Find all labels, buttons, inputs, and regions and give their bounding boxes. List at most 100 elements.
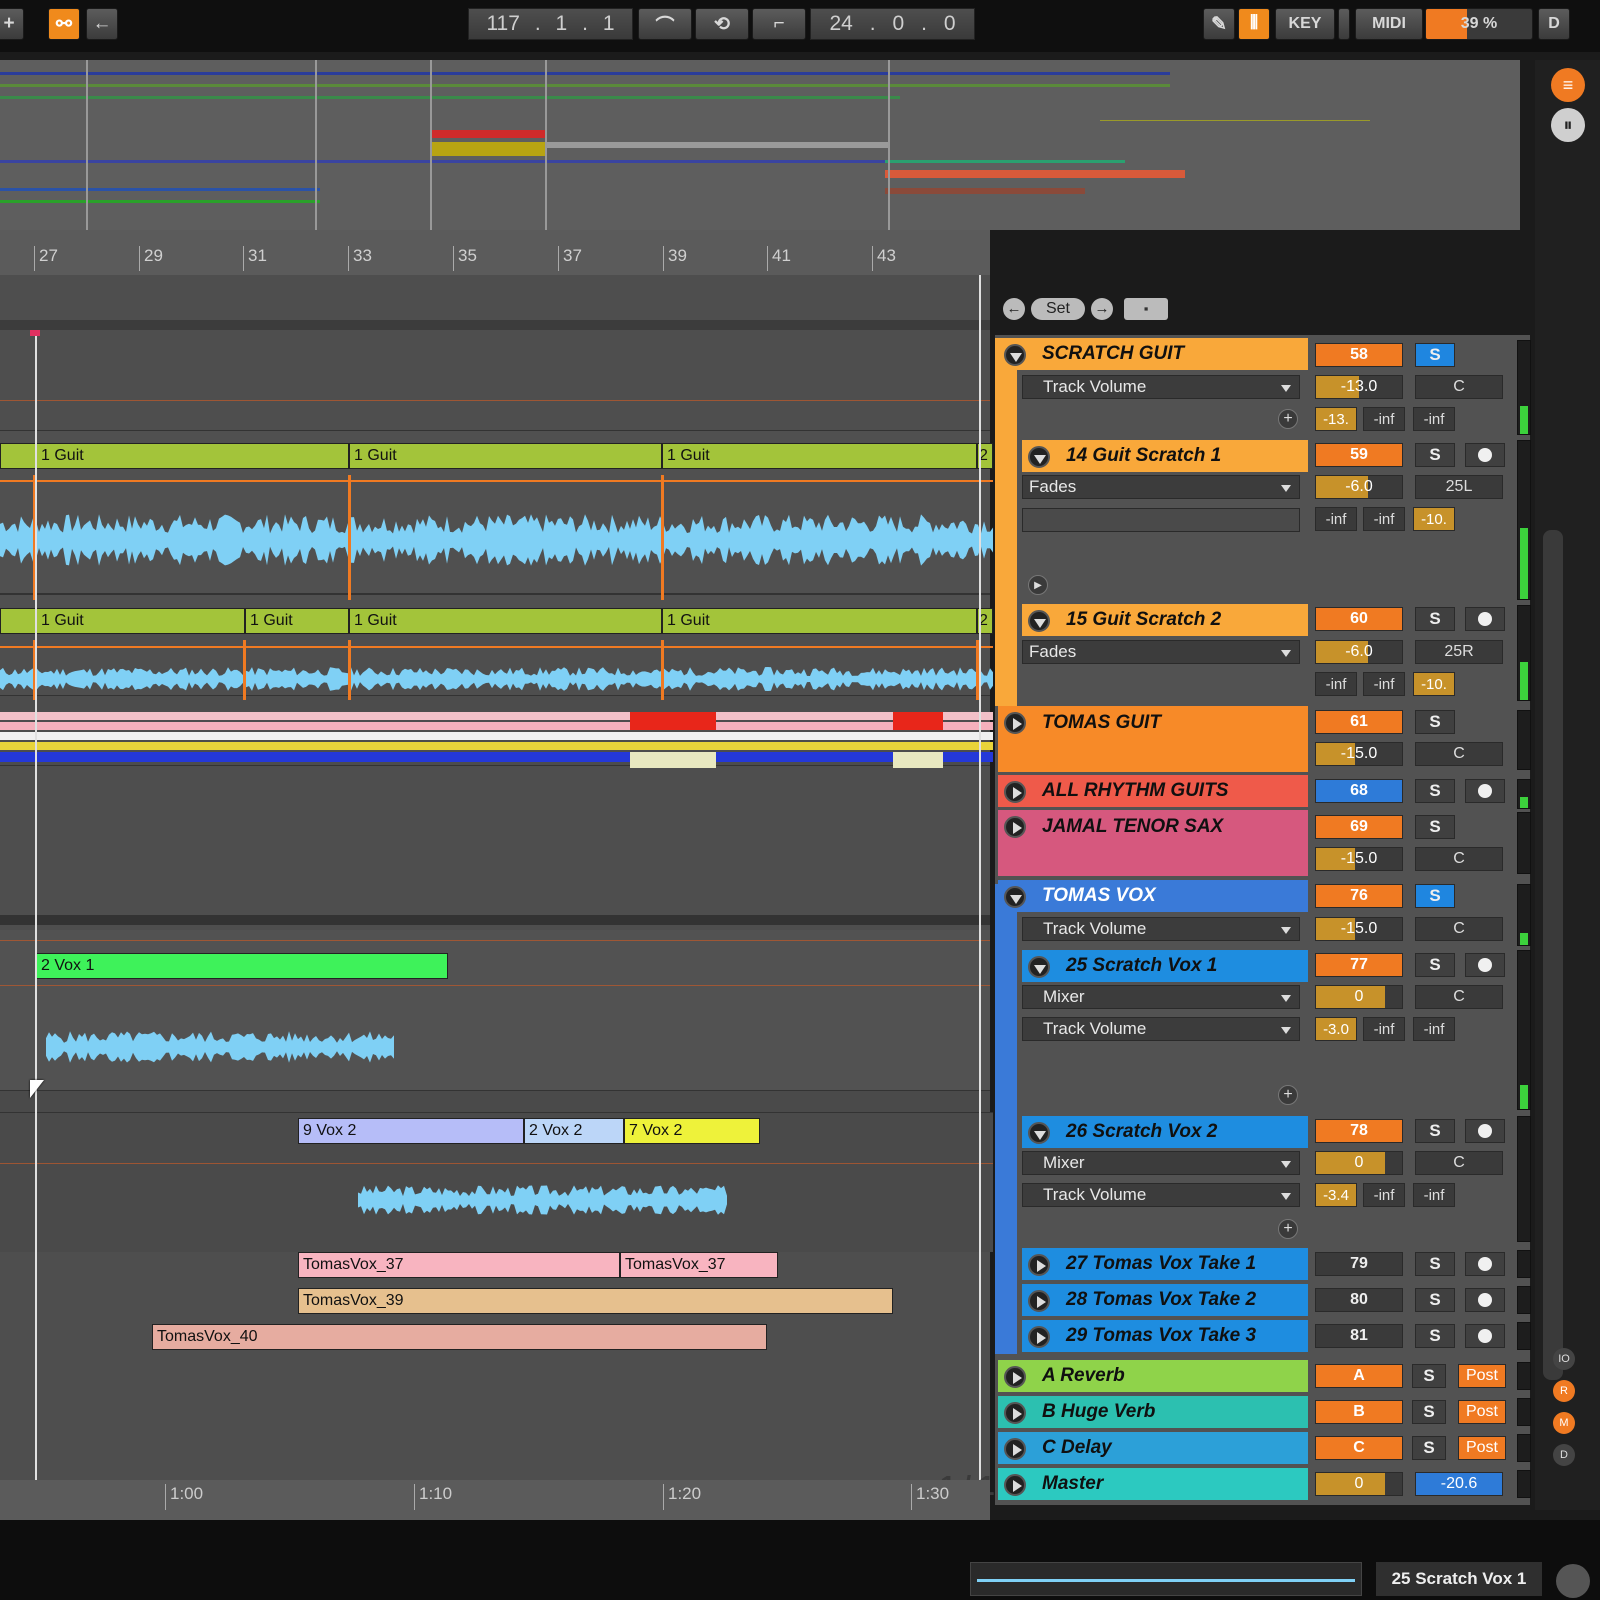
solo-button[interactable]: S — [1415, 884, 1455, 908]
punch-out-icon[interactable]: ⌐ — [752, 8, 806, 40]
punch-in-icon[interactable]: ⌒ — [638, 8, 692, 40]
arm-button[interactable] — [1465, 1324, 1505, 1348]
pre-post-toggle[interactable]: Post — [1458, 1400, 1506, 1424]
loop-icon[interactable]: ⟲ — [695, 8, 749, 40]
guit-clip-stub[interactable] — [0, 608, 36, 634]
return-header-b-huge-verb[interactable]: B Huge Verb — [998, 1396, 1308, 1428]
solo-button[interactable]: S — [1415, 1288, 1455, 1312]
send-field[interactable]: -10. — [1413, 672, 1455, 696]
return-activator[interactable]: A — [1315, 1364, 1403, 1388]
master-volume-field[interactable]: 0 — [1315, 1472, 1403, 1496]
send-field[interactable]: -inf — [1363, 407, 1405, 431]
guit-clip[interactable]: 1 Guit — [662, 443, 977, 469]
guit-clip-stub[interactable] — [0, 443, 36, 469]
expand-icon[interactable] — [1004, 1402, 1026, 1424]
arm-button[interactable] — [1465, 443, 1505, 467]
track-header-jamal-tenor-sax[interactable]: JAMAL TENOR SAX — [998, 810, 1308, 876]
expand-icon[interactable] — [1028, 1254, 1050, 1276]
arm-button[interactable] — [1465, 779, 1505, 803]
guit-clip[interactable]: 1 Guit — [349, 608, 662, 634]
pan-field[interactable]: C — [1415, 847, 1503, 871]
track-activator[interactable]: 61 — [1315, 710, 1403, 734]
device-chooser[interactable]: Fades — [1022, 640, 1300, 664]
playhead[interactable] — [35, 330, 37, 1510]
track-activator[interactable]: 77 — [1315, 953, 1403, 977]
track-header-tomas-vox-take-3[interactable]: 29 Tomas Vox Take 3 — [1022, 1320, 1308, 1352]
solo-button[interactable]: S — [1415, 779, 1455, 803]
guit-clip[interactable]: 1 Guit — [245, 608, 349, 634]
track-activator[interactable]: 80 — [1315, 1288, 1403, 1312]
device-chooser[interactable]: Mixer — [1022, 1151, 1300, 1175]
send-field[interactable]: -inf — [1363, 672, 1405, 696]
set-locator-button[interactable]: Set — [1031, 298, 1085, 320]
expand-icon[interactable] — [1004, 1438, 1026, 1460]
track-header-tomas-vox-take-2[interactable]: 28 Tomas Vox Take 2 — [1022, 1284, 1308, 1316]
return-header-c-delay[interactable]: C Delay — [998, 1432, 1308, 1464]
clip-overview[interactable] — [970, 1562, 1362, 1596]
pan-field[interactable]: C — [1415, 742, 1503, 766]
master-header[interactable]: Master — [998, 1468, 1308, 1500]
fold-icon[interactable] — [1004, 344, 1026, 366]
pan-field[interactable]: 25R — [1415, 640, 1503, 664]
send-field[interactable]: -3.0 — [1315, 1017, 1357, 1041]
guit-clip[interactable]: 1 Guit — [662, 608, 977, 634]
pan-field[interactable]: 25L — [1415, 475, 1503, 499]
track-header-scratch-vox-2[interactable]: 26 Scratch Vox 2 — [1022, 1116, 1308, 1148]
volume-field[interactable]: -13.0 — [1315, 375, 1403, 399]
fold-icon[interactable] — [1028, 1122, 1050, 1144]
automation-chooser[interactable] — [1022, 508, 1300, 532]
send-field[interactable]: -inf — [1413, 1017, 1455, 1041]
vertical-scrollbar[interactable] — [1543, 530, 1563, 1380]
arm-button[interactable] — [1465, 1252, 1505, 1276]
device-chooser[interactable]: Fades — [1022, 475, 1300, 499]
prev-locator-icon[interactable]: ← — [1003, 298, 1025, 320]
track-activator[interactable]: 76 — [1315, 884, 1403, 908]
midi-map-button[interactable]: MIDI — [1355, 8, 1423, 40]
return-activator[interactable]: C — [1315, 1436, 1403, 1460]
send-field[interactable]: -inf — [1363, 507, 1405, 531]
device-chooser[interactable]: Track Volume — [1022, 917, 1300, 941]
solo-button[interactable]: S — [1415, 1252, 1455, 1276]
expand-icon[interactable] — [1004, 781, 1026, 803]
vox-clip[interactable]: 2 Vox 1 — [36, 953, 448, 979]
send-field[interactable]: -inf — [1315, 672, 1357, 696]
quantize-icon[interactable]: ⦀ — [1238, 8, 1270, 40]
back-icon[interactable]: ← — [86, 8, 118, 40]
expand-icon[interactable] — [1004, 1474, 1026, 1496]
send-field[interactable]: -inf — [1413, 1183, 1455, 1207]
send-field[interactable]: -13. — [1315, 407, 1357, 431]
track-header-guit-scratch-1[interactable]: 14 Guit Scratch 1 — [1022, 440, 1308, 472]
arm-button[interactable] — [1465, 953, 1505, 977]
pan-field[interactable]: C — [1415, 1151, 1503, 1175]
track-activator[interactable]: 78 — [1315, 1119, 1403, 1143]
show-lanes-icon[interactable]: ▶ — [1028, 575, 1048, 595]
track-header-all-rhythm-guits[interactable]: ALL RHYTHM GUITS — [998, 775, 1308, 807]
expand-icon[interactable] — [1028, 1290, 1050, 1312]
track-activator[interactable]: 81 — [1315, 1324, 1403, 1348]
next-locator-icon[interactable]: → — [1091, 298, 1113, 320]
key-map-button[interactable]: KEY — [1275, 8, 1335, 40]
take-clip[interactable]: TomasVox_40 — [152, 1324, 767, 1350]
send-field[interactable]: -inf — [1315, 507, 1357, 531]
send-field[interactable]: -3.4 — [1315, 1183, 1357, 1207]
menu-icon[interactable]: ≡ — [1551, 68, 1585, 102]
expand-icon[interactable] — [1004, 1366, 1026, 1388]
pan-field[interactable]: C — [1415, 375, 1503, 399]
solo-button[interactable]: S — [1415, 343, 1455, 367]
track-activator[interactable]: 79 — [1315, 1252, 1403, 1276]
arm-button[interactable] — [1465, 607, 1505, 631]
beat-ruler[interactable]: 27 29 31 33 35 37 39 41 43 — [0, 230, 990, 275]
track-header-scratch-vox-1[interactable]: 25 Scratch Vox 1 — [1022, 950, 1308, 982]
pre-post-toggle[interactable]: Post — [1458, 1436, 1506, 1460]
expand-icon[interactable] — [1004, 816, 1026, 838]
solo-button[interactable]: S — [1415, 1119, 1455, 1143]
fold-icon[interactable] — [1028, 610, 1050, 632]
track-activator[interactable]: 60 — [1315, 607, 1403, 631]
add-lane-icon[interactable]: + — [1278, 1085, 1298, 1105]
return-activator[interactable]: B — [1315, 1400, 1403, 1424]
guit-clip[interactable]: 1 Guit — [349, 443, 662, 469]
vox2-clip[interactable]: 2 Vox 2 — [524, 1118, 624, 1144]
volume-field[interactable]: -6.0 — [1315, 475, 1403, 499]
pan-field[interactable]: C — [1415, 917, 1503, 941]
solo-button[interactable]: S — [1415, 710, 1455, 734]
